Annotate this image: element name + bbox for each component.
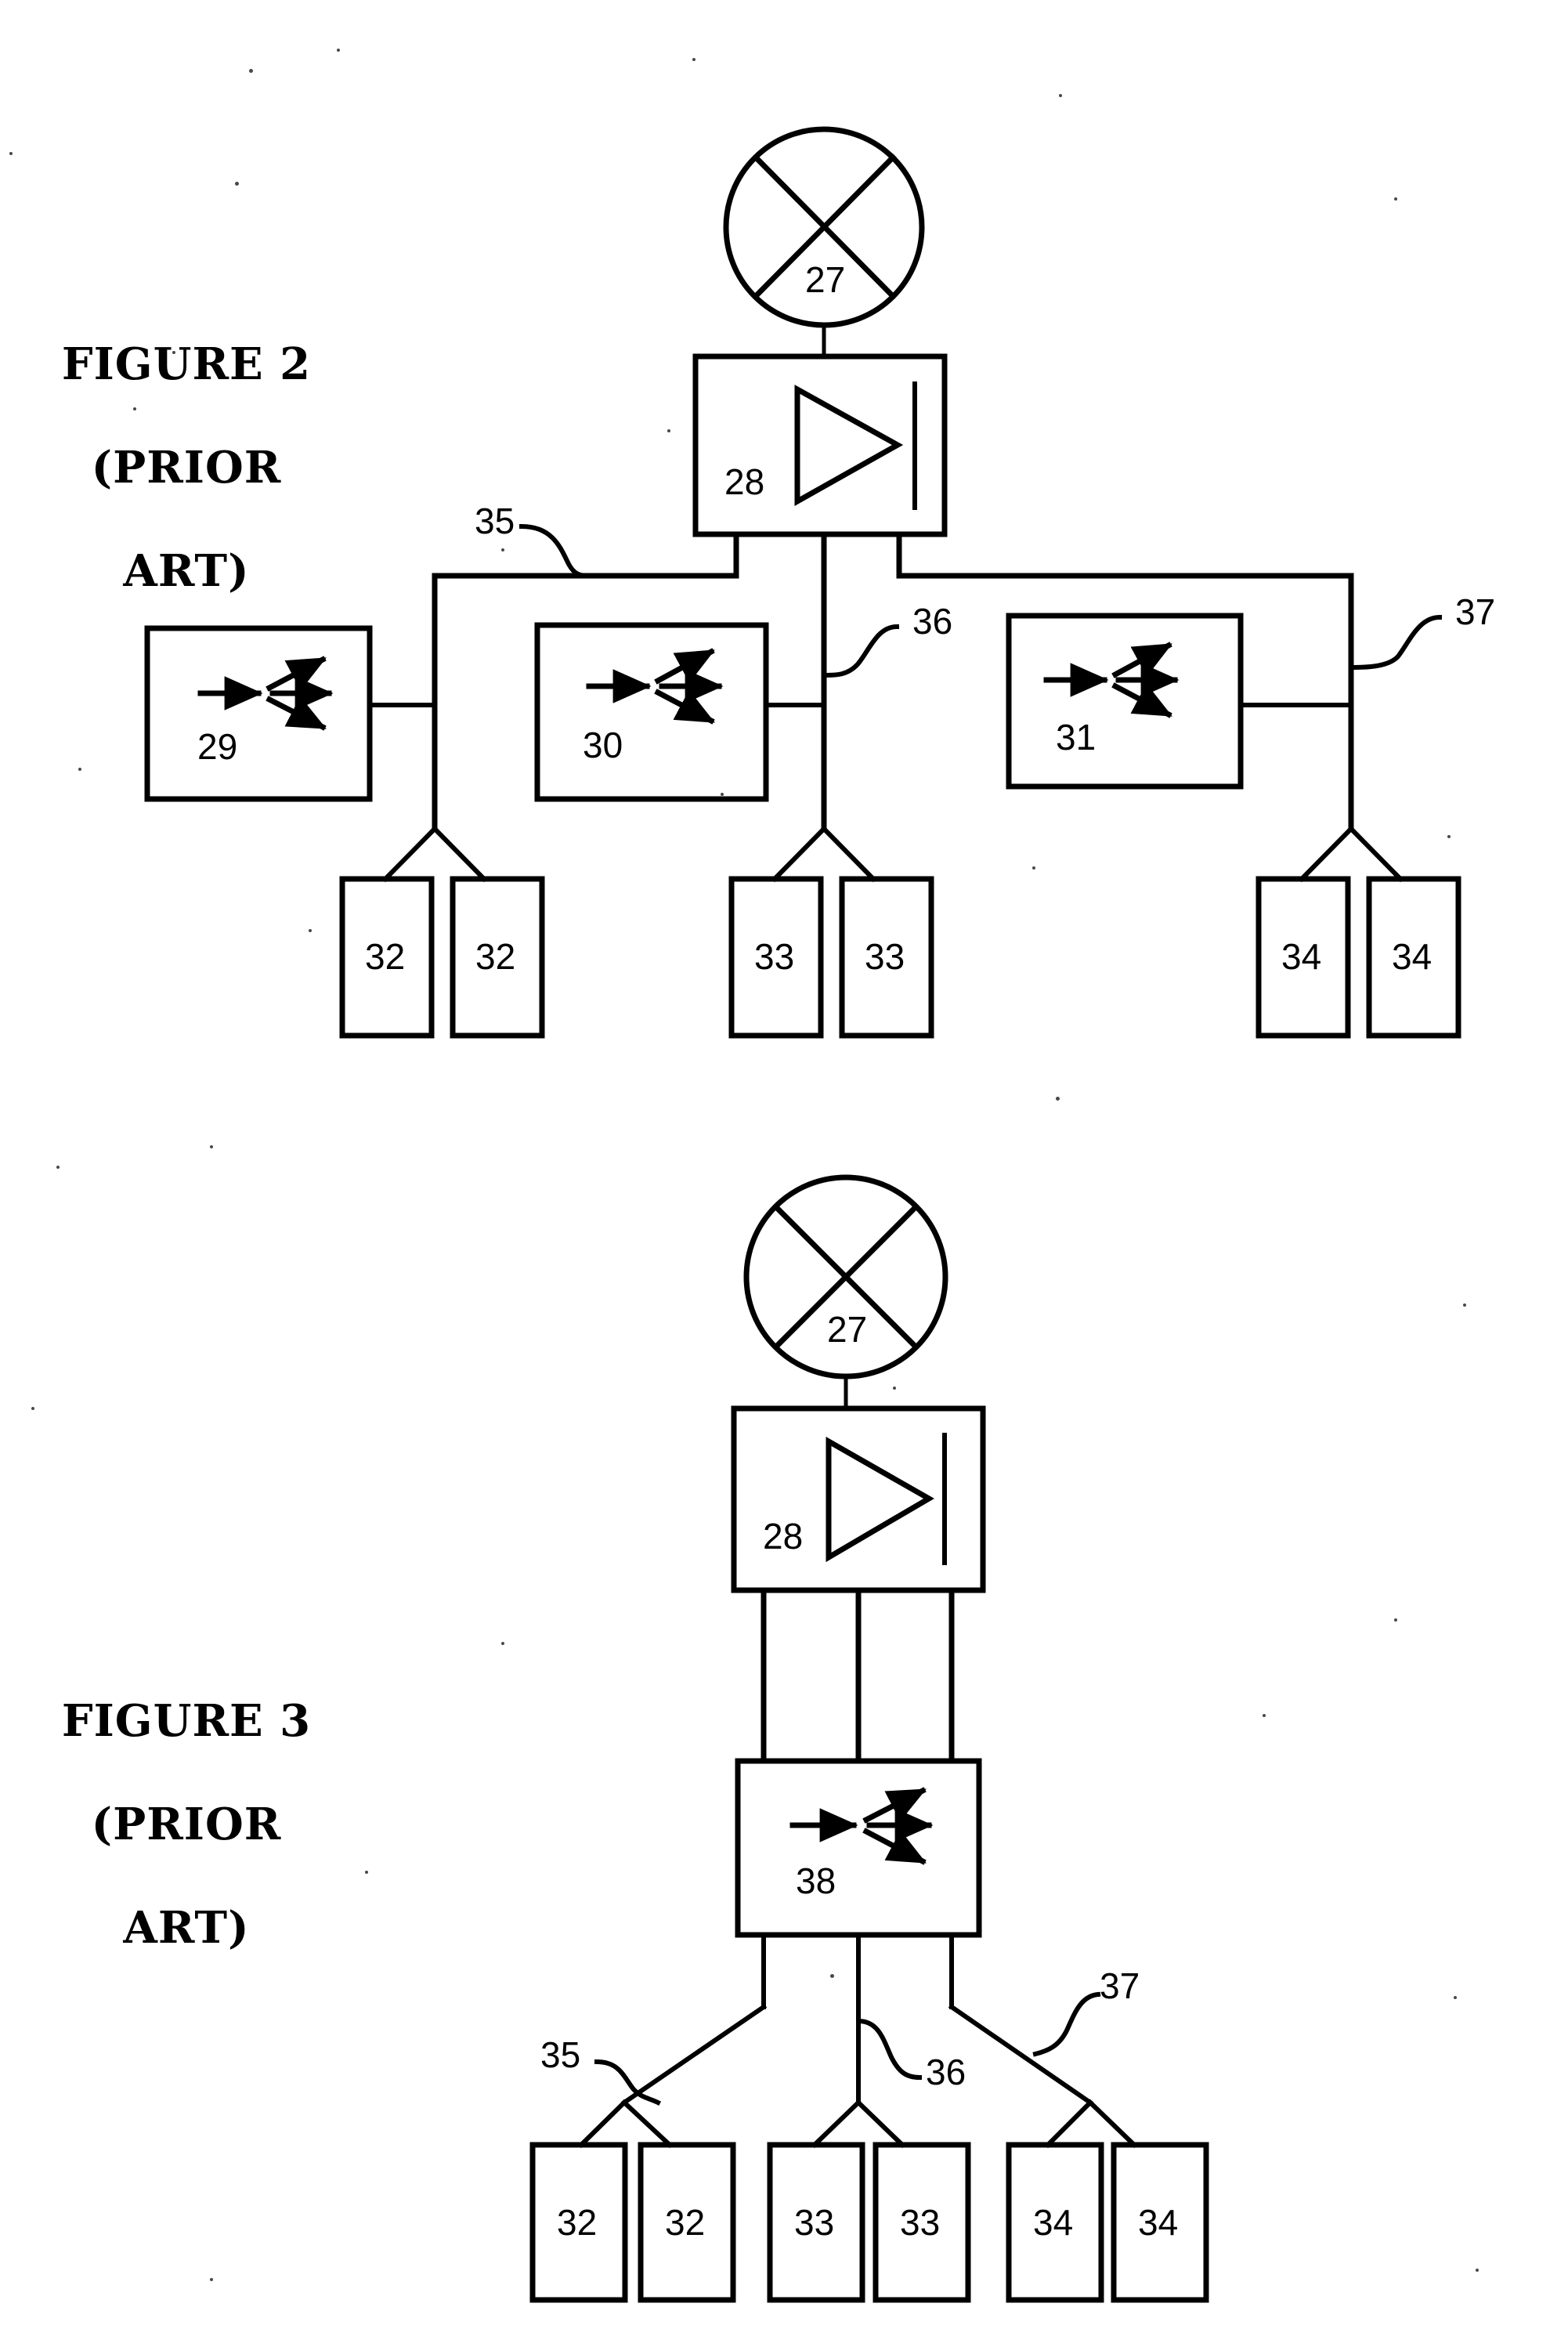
scan-speck — [721, 793, 724, 796]
figure-2-label-35: 35 — [475, 501, 515, 541]
drawing-sheet: FIGURE 2 (PRIOR ART) FIGURE 3 (PRIOR ART… — [0, 0, 1568, 2325]
scan-speck — [210, 1145, 213, 1148]
scan-speck — [235, 182, 239, 186]
figure-2-label-27: 27 — [805, 259, 846, 300]
scan-speck — [667, 429, 670, 432]
scan-speck — [172, 351, 175, 354]
figure-2-splitter-30 — [534, 622, 769, 802]
scan-speck — [692, 58, 695, 61]
figure-2-label-34-b: 34 — [1392, 936, 1433, 977]
figure-2-distribution-bus — [432, 531, 1354, 579]
scan-speck — [501, 1642, 504, 1645]
figure-2-leader-37 — [1348, 614, 1443, 671]
figure-3-label-38: 38 — [796, 1860, 836, 1901]
figure-3-leader-36 — [855, 2018, 923, 2081]
scan-speck — [309, 929, 312, 932]
figure-2-splitter-29 — [144, 625, 373, 802]
scan-speck — [1394, 197, 1397, 201]
figure-3-label-36: 36 — [926, 2052, 966, 2092]
scan-speck — [133, 407, 136, 410]
figure-3-label-37: 37 — [1100, 1965, 1140, 2006]
figure-2-cable-36 — [765, 531, 877, 883]
figure-2-label-28: 28 — [724, 461, 765, 502]
figure-2-cable-35 — [367, 573, 488, 883]
figure-2-title-line-3: ART) — [123, 545, 250, 598]
figure-2-label-29: 29 — [197, 726, 238, 767]
scan-speck — [1476, 2269, 1479, 2272]
figure-3-cable-36 — [811, 1933, 906, 2149]
figure-2-label-31: 31 — [1056, 717, 1097, 758]
figure-2-title-line-1: FIGURE 2 — [61, 338, 312, 391]
figure-3-title-line-3: ART) — [123, 1902, 250, 1954]
figure-2-label-30: 30 — [583, 725, 623, 765]
figure-3-label-28: 28 — [763, 1516, 804, 1557]
figure-2-label-36: 36 — [912, 601, 953, 642]
scan-speck — [78, 768, 81, 771]
figure-2-label-33-a: 33 — [754, 936, 795, 977]
scan-speck — [830, 1974, 834, 1978]
figure-2-antenna-27 — [723, 126, 925, 359]
figure-2-title-line-2: (PRIOR — [91, 442, 282, 494]
figure-3-label-34-a: 34 — [1033, 2202, 1074, 2243]
figure-3-title-line-2: (PRIOR — [91, 1799, 282, 1851]
figure-3-amplifier-28 — [731, 1405, 986, 1593]
scan-speck — [31, 1407, 34, 1410]
scan-speck — [1394, 1618, 1397, 1622]
scan-speck — [1463, 1304, 1466, 1307]
figure-3-label-35: 35 — [540, 2034, 581, 2075]
figure-2-cable-37 — [1239, 573, 1404, 883]
figure-2-label-34-a: 34 — [1281, 936, 1322, 977]
scan-speck — [893, 1387, 896, 1390]
scan-speck — [1059, 94, 1062, 97]
figure-3-antenna-27 — [743, 1174, 948, 1411]
scan-speck — [1263, 1714, 1266, 1717]
figure-3-splitter-38 — [735, 1758, 982, 1938]
scan-speck — [210, 2278, 213, 2281]
figure-2-title: FIGURE 2 (PRIOR ART) — [22, 287, 351, 649]
figure-2-leader-35 — [518, 523, 592, 579]
figure-2-label-32-a: 32 — [365, 936, 406, 977]
figure-2-label-33-b: 33 — [865, 936, 905, 977]
figure-2-leader-36 — [821, 624, 900, 678]
figure-3-label-33-b: 33 — [900, 2202, 941, 2243]
scan-speck — [1056, 1097, 1060, 1101]
figure-2-label-37: 37 — [1455, 591, 1496, 632]
scan-speck — [1454, 1996, 1457, 1999]
figure-3-leader-35 — [594, 2059, 662, 2106]
figure-3-trunk-lines — [761, 1587, 955, 1764]
figure-3-label-32-b: 32 — [665, 2202, 706, 2243]
figure-3-label-34-b: 34 — [1138, 2202, 1179, 2243]
figure-2-label-32-b: 32 — [475, 936, 516, 977]
scan-speck — [1447, 835, 1451, 838]
scan-speck — [365, 1871, 368, 1874]
figure-2-splitter-31 — [1006, 613, 1244, 790]
scan-speck — [249, 69, 253, 73]
figure-3-label-27: 27 — [827, 1309, 868, 1350]
figure-2-amplifier-28 — [692, 353, 948, 537]
figure-3-label-32-a: 32 — [557, 2202, 598, 2243]
figure-3-cable-35 — [577, 1933, 768, 2149]
figure-3-label-33-a: 33 — [794, 2202, 835, 2243]
scan-speck — [9, 152, 13, 155]
figure-3-leader-37 — [1032, 1991, 1101, 2057]
figure-3-title-line-1: FIGURE 3 — [61, 1695, 312, 1748]
figure-3-title: FIGURE 3 (PRIOR ART) — [22, 1643, 351, 2006]
scan-speck — [501, 548, 504, 551]
scan-speck — [337, 49, 340, 52]
scan-speck — [56, 1166, 60, 1169]
scan-speck — [1032, 866, 1035, 870]
